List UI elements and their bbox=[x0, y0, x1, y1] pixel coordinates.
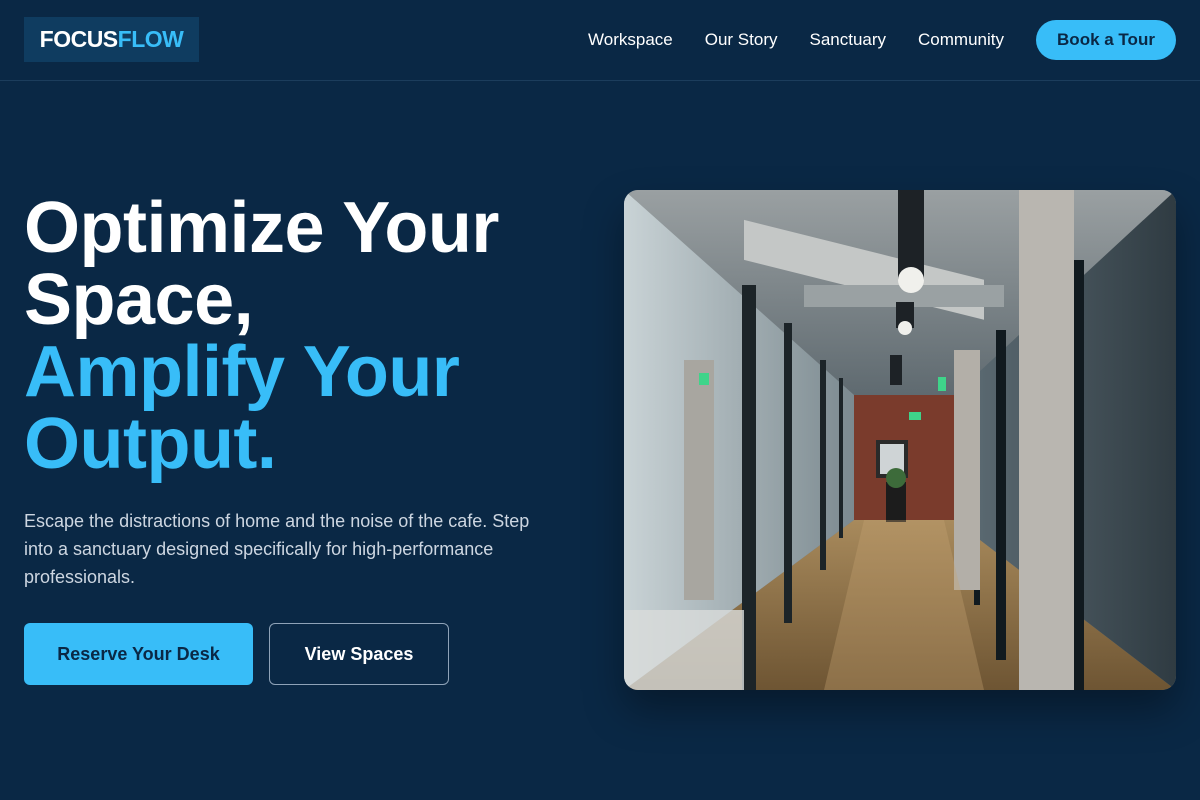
hero-title: Optimize Your Space, Amplify Your Output… bbox=[24, 192, 594, 480]
book-tour-button[interactable]: Book a Tour bbox=[1036, 20, 1176, 60]
office-corridor-photo bbox=[624, 190, 1176, 690]
site-header: FOCUS FLOW Workspace Our Story Sanctuary … bbox=[0, 0, 1200, 81]
hero-title-line-2: Space, bbox=[24, 260, 254, 340]
main-nav: Workspace Our Story Sanctuary Community … bbox=[588, 0, 1176, 80]
hero-title-line-3: Amplify Your bbox=[24, 332, 460, 412]
logo-text-flow: FLOW bbox=[117, 26, 184, 52]
nav-link-our-story[interactable]: Our Story bbox=[705, 30, 778, 50]
logo-text-focus: FOCUS bbox=[39, 26, 119, 52]
nav-link-community[interactable]: Community bbox=[918, 30, 1004, 50]
hero-subtitle: Escape the distractions of home and the … bbox=[24, 511, 530, 587]
hero-title-line-4: Output. bbox=[24, 404, 277, 484]
reserve-desk-button[interactable]: Reserve Your Desk bbox=[24, 623, 253, 685]
nav-link-workspace[interactable]: Workspace bbox=[588, 30, 673, 50]
nav-link-sanctuary[interactable]: Sanctuary bbox=[809, 30, 886, 50]
logo[interactable]: FOCUS FLOW bbox=[24, 17, 199, 62]
view-spaces-button[interactable]: View Spaces bbox=[269, 623, 449, 685]
hero-title-line-1: Optimize Your bbox=[24, 188, 499, 268]
